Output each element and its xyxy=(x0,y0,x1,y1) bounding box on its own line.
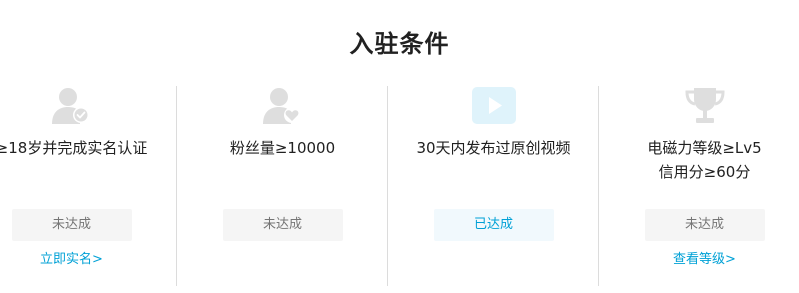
requirement-line-2: 信用分≥60分 xyxy=(658,163,751,181)
requirement-text: 粉丝量≥10000 xyxy=(229,139,336,157)
verified-user-icon xyxy=(50,86,94,126)
status-badge: 未达成 xyxy=(222,209,343,241)
fans-heart-user-icon xyxy=(261,86,305,126)
video-play-icon xyxy=(471,86,516,126)
requirement-text: ≥18岁并完成实名认证 xyxy=(0,139,148,157)
condition-level-credit: 电磁力等级≥Lv5 信用分≥60分 未达成 查看等级> xyxy=(599,86,799,286)
status-badge: 未达成 xyxy=(644,209,765,241)
requirement-line-1: 电磁力等级≥Lv5 xyxy=(647,139,762,157)
requirement-text: 电磁力等级≥Lv5 信用分≥60分 xyxy=(599,136,799,184)
view-level-link[interactable]: 查看等级> xyxy=(599,248,799,267)
condition-fans: 粉丝量≥10000 未达成 xyxy=(177,86,388,286)
condition-original-video: 30天内发布过原创视频 已达成 xyxy=(388,86,599,286)
trophy-icon xyxy=(683,86,727,126)
condition-real-name: ≥18岁并完成实名认证 未达成 立即实名> xyxy=(0,86,177,286)
requirement-text: 30天内发布过原创视频 xyxy=(416,139,571,157)
status-badge: 未达成 xyxy=(11,209,132,241)
page-title: 入驻条件 xyxy=(349,30,450,58)
real-name-link[interactable]: 立即实名> xyxy=(0,248,177,267)
status-badge: 已达成 xyxy=(433,209,554,241)
